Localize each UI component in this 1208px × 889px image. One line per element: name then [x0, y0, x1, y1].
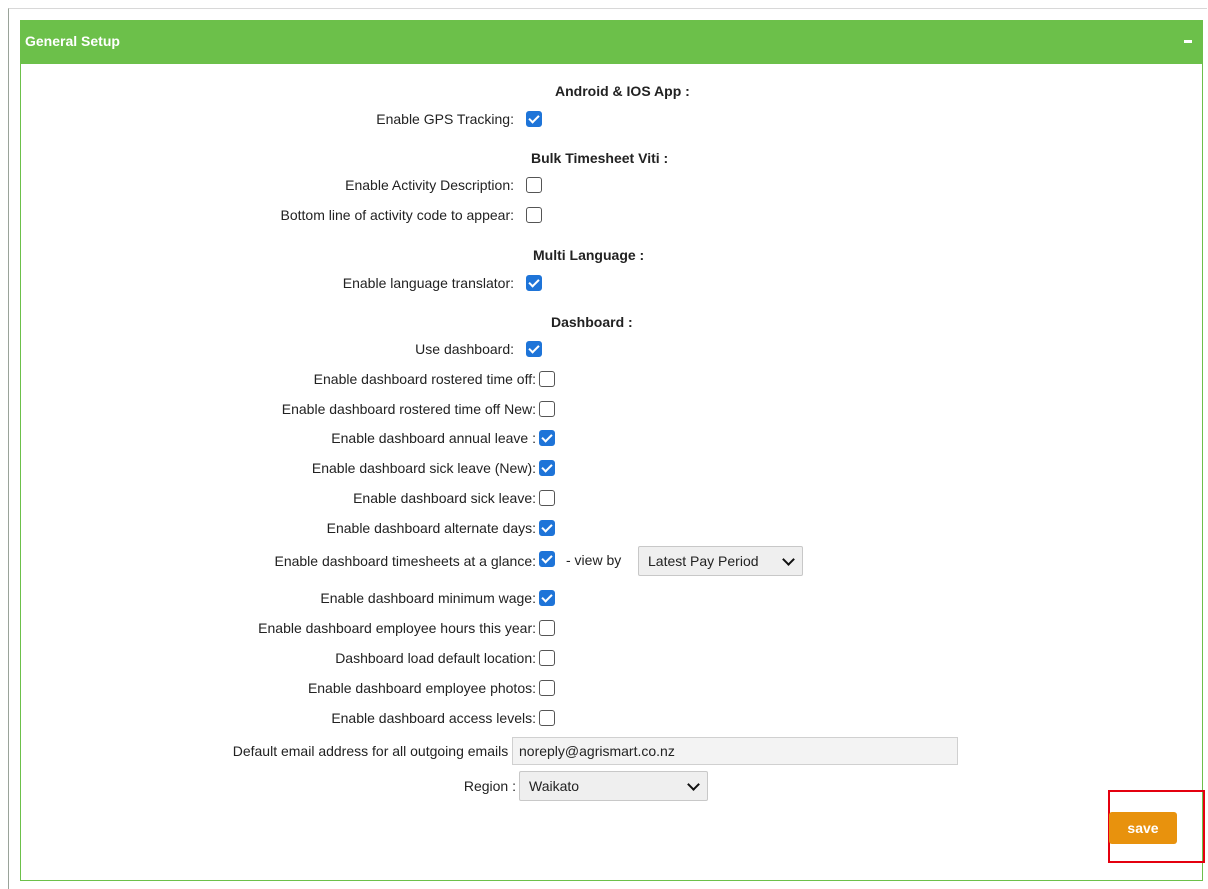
row-minimum-wage: Enable dashboard minimum wage: — [21, 588, 1202, 610]
field-label: Enable dashboard alternate days: — [326, 520, 536, 536]
section-language: Multi Language : — [21, 247, 1202, 269]
row-bottom-line: Bottom line of activity code to appear: — [21, 205, 1202, 227]
section-app: Android & IOS App : — [21, 83, 1202, 105]
access-levels-checkbox[interactable] — [539, 710, 555, 726]
field-label: Enable dashboard access levels: — [331, 710, 536, 726]
region-select[interactable]: Waikato — [519, 771, 708, 801]
panel-title: General Setup — [25, 33, 120, 49]
field-label: Enable GPS Tracking: — [376, 111, 514, 127]
field-label: Enable language translator: — [342, 275, 514, 291]
view-by-value: Latest Pay Period — [648, 553, 759, 569]
section-heading: Dashboard : — [551, 314, 633, 330]
field-label: Enable dashboard sick leave: — [353, 490, 536, 506]
chevron-down-icon — [782, 553, 795, 566]
row-rostered: Enable dashboard rostered time off: — [21, 369, 1202, 391]
minimum-wage-checkbox[interactable] — [539, 590, 555, 606]
field-label: Region : — [463, 778, 516, 794]
field-label: Enable dashboard annual leave : — [331, 430, 536, 446]
row-alternate-days: Enable dashboard alternate days: — [21, 518, 1202, 540]
field-label: Enable dashboard minimum wage: — [320, 590, 536, 606]
row-activity-description: Enable Activity Description: — [21, 175, 1202, 197]
field-label: Default email address for all outgoing e… — [232, 743, 516, 759]
section-heading: Bulk Timesheet Viti : — [531, 150, 669, 166]
row-employee-hours: Enable dashboard employee hours this yea… — [21, 618, 1202, 640]
section-bulk: Bulk Timesheet Viti : — [21, 150, 1202, 172]
field-label: Enable Activity Description: — [345, 177, 514, 193]
view-by-select[interactable]: Latest Pay Period — [638, 546, 803, 576]
default-location-checkbox[interactable] — [539, 650, 555, 666]
row-gps: Enable GPS Tracking: — [21, 109, 1202, 131]
section-heading: Multi Language : — [533, 247, 645, 263]
email-value: noreply@agrismart.co.nz — [519, 743, 675, 759]
row-translator: Enable language translator: — [21, 273, 1202, 295]
field-label: Use dashboard: — [415, 341, 514, 357]
bottom-line-checkbox[interactable] — [526, 207, 542, 223]
field-label: Enable dashboard sick leave (New): — [311, 460, 536, 476]
row-access-levels: Enable dashboard access levels: — [21, 708, 1202, 730]
timesheets-glance-checkbox[interactable] — [539, 551, 555, 567]
section-dashboard: Dashboard : — [21, 314, 1202, 336]
row-employee-photos: Enable dashboard employee photos: — [21, 678, 1202, 700]
sick-leave-new-checkbox[interactable] — [539, 460, 555, 476]
field-label: Dashboard load default location: — [335, 650, 536, 666]
section-heading: Android & IOS App : — [555, 83, 690, 99]
row-timesheets-glance: Enable dashboard timesheets at a glance:… — [21, 551, 1202, 573]
field-label: Enable dashboard employee hours this yea… — [258, 620, 536, 636]
row-use-dashboard: Use dashboard: — [21, 339, 1202, 361]
region-value: Waikato — [529, 778, 580, 794]
gps-checkbox[interactable] — [526, 111, 542, 127]
default-email-input[interactable]: noreply@agrismart.co.nz — [512, 737, 958, 765]
row-sick-leave-new: Enable dashboard sick leave (New): — [21, 458, 1202, 480]
field-label: Enable dashboard rostered time off: — [313, 371, 536, 387]
activity-description-checkbox[interactable] — [526, 177, 542, 193]
field-label: Enable dashboard employee photos: — [307, 680, 536, 696]
row-annual-leave: Enable dashboard annual leave : — [21, 428, 1202, 450]
collapse-icon[interactable] — [1184, 40, 1192, 43]
chevron-down-icon — [687, 778, 700, 791]
row-default-location: Dashboard load default location: — [21, 648, 1202, 670]
rostered-time-off-checkbox[interactable] — [539, 371, 555, 387]
view-by-label: - view by — [566, 552, 622, 568]
panel-header[interactable]: General Setup — [21, 20, 1202, 64]
row-rostered-new: Enable dashboard rostered time off New: — [21, 399, 1202, 421]
field-label: Bottom line of activity code to appear: — [280, 207, 514, 223]
translator-checkbox[interactable] — [526, 275, 542, 291]
save-button[interactable]: save — [1109, 812, 1177, 844]
sick-leave-checkbox[interactable] — [539, 490, 555, 506]
rostered-time-off-new-checkbox[interactable] — [539, 401, 555, 417]
field-label: Enable dashboard timesheets at a glance: — [274, 553, 536, 569]
use-dashboard-checkbox[interactable] — [526, 341, 542, 357]
alternate-days-checkbox[interactable] — [539, 520, 555, 536]
employee-hours-checkbox[interactable] — [539, 620, 555, 636]
employee-photos-checkbox[interactable] — [539, 680, 555, 696]
field-label: Enable dashboard rostered time off New: — [281, 401, 536, 417]
general-setup-panel: General Setup Android & IOS App : Enable… — [20, 20, 1203, 881]
row-sick-leave: Enable dashboard sick leave: — [21, 488, 1202, 510]
annual-leave-checkbox[interactable] — [539, 430, 555, 446]
